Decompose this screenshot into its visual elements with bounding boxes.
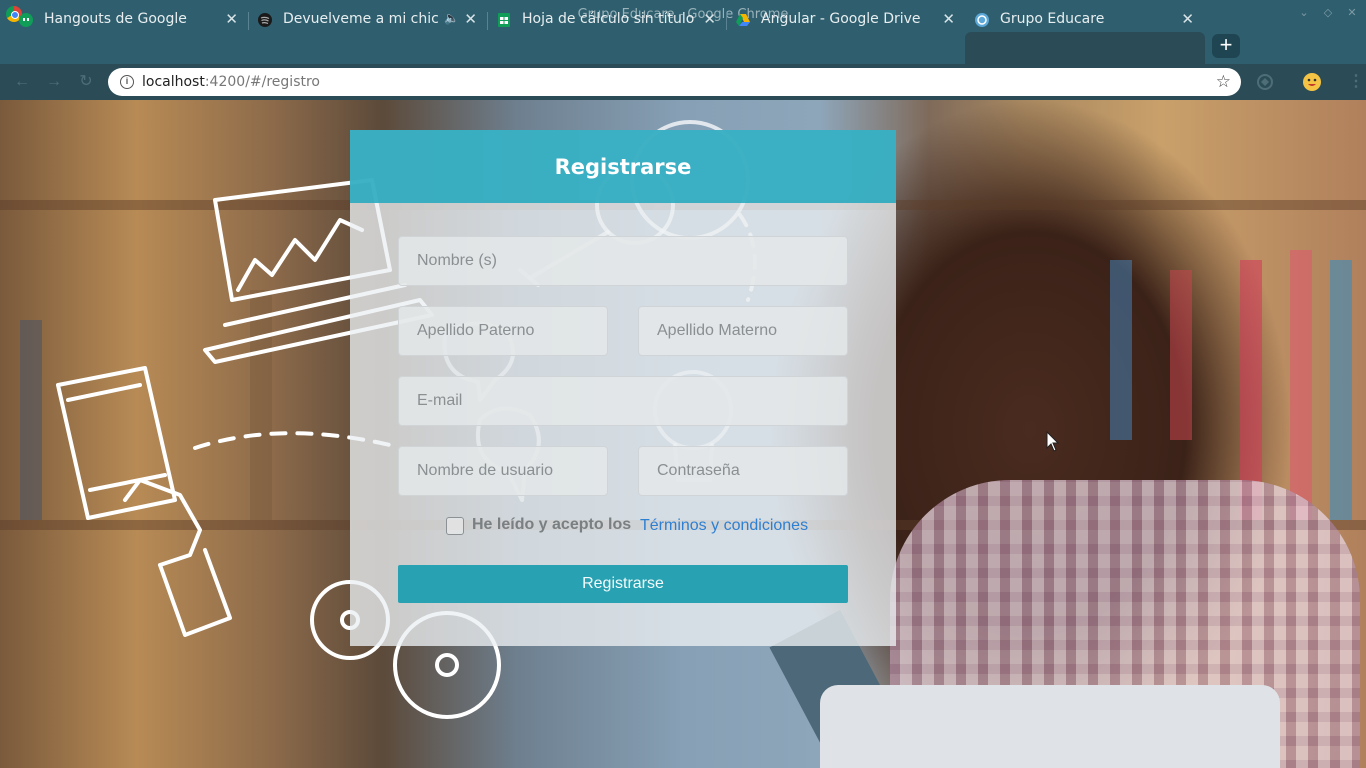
url-path: :4200/#/registro [204,74,320,90]
book-decor [1290,250,1312,520]
tab-label: Angular - Google Drive [761,11,921,27]
phone-doodle [56,366,232,637]
tab-label: Grupo Educare [1000,11,1105,27]
username-input[interactable] [398,446,608,496]
terms-label: He leído y acepto los [472,516,632,533]
forward-icon[interactable]: → [44,72,64,92]
close-tab-icon[interactable]: ✕ [464,10,477,28]
close-tab-icon[interactable]: ✕ [703,10,716,28]
terms-checkbox[interactable] [446,517,464,535]
active-tab-background [965,32,1205,64]
tab-sheets[interactable]: Hoja de cálculo sin título - Ho ✕ [488,4,727,36]
book-decor [1170,270,1192,440]
register-button[interactable]: Registrarse [398,565,848,603]
maximize-icon[interactable]: ◇ [1321,6,1335,20]
menu-icon[interactable]: ⋮ [1348,72,1364,92]
speaker-icon[interactable]: 🔈 [444,11,459,25]
terms-link[interactable]: Términos y condiciones [640,517,808,535]
tab-label: Hoja de cálculo sin título - Ho [522,11,697,27]
tab-hangouts[interactable]: Hangouts de Google ✕ [10,4,249,36]
site-info-icon[interactable]: i [120,75,134,89]
nombre-input[interactable] [398,236,848,286]
browser-toolbar: ← → ↻ i localhost:4200/#/registro ☆ [0,64,1366,100]
form-title: Registrarse [554,155,692,179]
extension-icon[interactable] [1255,72,1275,92]
url-text: localhost:4200/#/registro [142,74,320,90]
book-decor [1110,260,1132,440]
laptop-decor [820,685,1280,768]
email-input[interactable] [398,376,848,426]
address-bar[interactable]: i localhost:4200/#/registro ☆ [108,68,1241,96]
close-tab-icon[interactable]: ✕ [1181,10,1194,28]
password-input[interactable] [638,446,848,496]
educare-icon [975,13,989,27]
page-content: Registrarse He leído y acepto los Términ… [0,100,1366,768]
close-window-icon[interactable]: ✕ [1345,6,1359,20]
book-decor [250,290,272,520]
sheets-icon [498,13,510,27]
bookmark-star-icon[interactable]: ☆ [1216,72,1231,92]
book-decor [1330,260,1352,520]
spotify-icon [258,13,272,27]
reload-icon[interactable]: ↻ [76,72,96,92]
profile-avatar-icon[interactable] [1302,72,1322,92]
hangouts-icon [19,13,33,27]
close-tab-icon[interactable]: ✕ [225,10,238,28]
new-tab-button[interactable]: + [1212,34,1240,58]
apellido-paterno-input[interactable] [398,306,608,356]
tab-label: Devuelveme a mi chica · H [283,11,438,27]
tab-label: Hangouts de Google [44,11,187,27]
tab-drive[interactable]: Angular - Google Drive ✕ [727,4,965,36]
tab-spotify[interactable]: Devuelveme a mi chica · H 🔈 ✕ [249,4,488,36]
drive-icon [736,14,750,26]
back-icon[interactable]: ← [12,72,32,92]
card-header: Registrarse [350,130,896,203]
mouse-cursor-icon [1046,431,1060,452]
minimize-icon[interactable]: ⌄ [1297,6,1311,20]
book-decor [20,320,42,520]
close-tab-icon[interactable]: ✕ [942,10,955,28]
url-host: localhost [142,74,205,90]
tab-educare[interactable]: Grupo Educare ✕ [966,4,1204,36]
apellido-materno-input[interactable] [638,306,848,356]
registration-card: Registrarse He leído y acepto los Términ… [350,130,896,646]
